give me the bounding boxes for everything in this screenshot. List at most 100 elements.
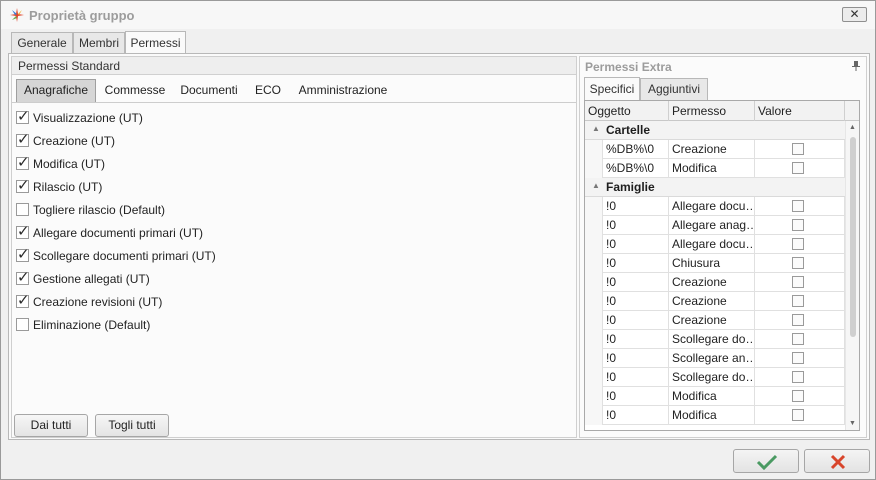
value-checkbox[interactable] bbox=[792, 219, 804, 231]
cell-permesso[interactable]: Allegare docu… bbox=[669, 235, 755, 254]
table-row[interactable]: !0 Allegare docu… bbox=[585, 197, 845, 216]
cell-permesso[interactable]: Scollegare do… bbox=[669, 368, 755, 387]
table-row[interactable]: !0 Chiusura bbox=[585, 254, 845, 273]
cell-permesso[interactable]: Creazione bbox=[669, 140, 755, 159]
value-checkbox[interactable] bbox=[792, 409, 804, 421]
collapse-arrow-icon[interactable]: ▲ bbox=[592, 181, 600, 190]
table-row[interactable]: !0 Creazione bbox=[585, 273, 845, 292]
cell-permesso[interactable]: Scollegare do… bbox=[669, 330, 755, 349]
cell-valore[interactable] bbox=[755, 387, 845, 406]
cell-permesso[interactable]: Creazione bbox=[669, 292, 755, 311]
subtab-anagrafiche[interactable]: Anagrafiche bbox=[16, 79, 96, 102]
cell-oggetto[interactable]: !0 bbox=[603, 349, 669, 368]
table-row[interactable]: !0 Modifica bbox=[585, 406, 845, 425]
permission-checkbox[interactable] bbox=[16, 203, 29, 216]
ok-button[interactable] bbox=[733, 449, 799, 473]
table-row[interactable]: %DB%\0 Creazione bbox=[585, 140, 845, 159]
permission-checkbox[interactable] bbox=[16, 318, 29, 331]
cell-oggetto[interactable]: !0 bbox=[603, 254, 669, 273]
cell-valore[interactable] bbox=[755, 235, 845, 254]
table-row[interactable]: %DB%\0 Modifica bbox=[585, 159, 845, 178]
cell-valore[interactable] bbox=[755, 349, 845, 368]
subtab-eco[interactable]: ECO bbox=[248, 79, 288, 102]
scroll-down-icon[interactable]: ▼ bbox=[849, 420, 856, 427]
table-row[interactable]: !0 Modifica bbox=[585, 387, 845, 406]
group-row[interactable]: ▲ Famiglie bbox=[585, 178, 845, 197]
close-button[interactable]: ✕ bbox=[842, 7, 867, 22]
cell-valore[interactable] bbox=[755, 254, 845, 273]
cell-valore[interactable] bbox=[755, 216, 845, 235]
table-row[interactable]: !0 Creazione bbox=[585, 292, 845, 311]
value-checkbox[interactable] bbox=[792, 333, 804, 345]
permission-checkbox[interactable]: ✓ bbox=[16, 109, 30, 124]
tab-aggiuntivi[interactable]: Aggiuntivi bbox=[640, 78, 708, 100]
cell-valore[interactable] bbox=[755, 159, 845, 178]
column-permesso[interactable]: Permesso bbox=[669, 101, 755, 121]
permission-checkbox[interactable]: ✓ bbox=[16, 155, 30, 170]
permission-checkbox[interactable]: ✓ bbox=[16, 178, 30, 193]
cell-permesso[interactable]: Allegare docu… bbox=[669, 197, 755, 216]
permission-checkbox[interactable]: ✓ bbox=[16, 270, 30, 285]
cell-oggetto[interactable]: !0 bbox=[603, 387, 669, 406]
cell-oggetto[interactable]: !0 bbox=[603, 311, 669, 330]
table-row[interactable]: !0 Scollegare do… bbox=[585, 330, 845, 349]
cell-valore[interactable] bbox=[755, 292, 845, 311]
tab-membri[interactable]: Membri bbox=[73, 32, 125, 54]
value-checkbox[interactable] bbox=[792, 295, 804, 307]
table-row[interactable]: !0 Scollegare do… bbox=[585, 368, 845, 387]
cell-valore[interactable] bbox=[755, 311, 845, 330]
value-checkbox[interactable] bbox=[792, 276, 804, 288]
cell-permesso[interactable]: Scollegare an… bbox=[669, 349, 755, 368]
cell-permesso[interactable]: Modifica bbox=[669, 387, 755, 406]
tab-permessi[interactable]: Permessi bbox=[125, 31, 186, 54]
cell-valore[interactable] bbox=[755, 406, 845, 425]
cell-oggetto[interactable]: %DB%\0 bbox=[603, 140, 669, 159]
remove-all-button[interactable]: Togli tutti bbox=[95, 414, 169, 437]
cell-valore[interactable] bbox=[755, 330, 845, 349]
value-checkbox[interactable] bbox=[792, 143, 804, 155]
cancel-button[interactable] bbox=[804, 449, 870, 473]
cell-oggetto[interactable]: !0 bbox=[603, 292, 669, 311]
table-row[interactable]: !0 Allegare anag… bbox=[585, 216, 845, 235]
cell-oggetto[interactable]: !0 bbox=[603, 330, 669, 349]
value-checkbox[interactable] bbox=[792, 352, 804, 364]
permission-checkbox[interactable]: ✓ bbox=[16, 247, 30, 262]
group-row[interactable]: ▲ Cartelle bbox=[585, 121, 845, 140]
collapse-arrow-icon[interactable]: ▲ bbox=[592, 124, 600, 133]
value-checkbox[interactable] bbox=[792, 314, 804, 326]
value-checkbox[interactable] bbox=[792, 390, 804, 402]
permission-checkbox[interactable]: ✓ bbox=[16, 293, 30, 308]
cell-oggetto[interactable]: !0 bbox=[603, 406, 669, 425]
cell-permesso[interactable]: Modifica bbox=[669, 406, 755, 425]
cell-permesso[interactable]: Creazione bbox=[669, 311, 755, 330]
cell-permesso[interactable]: Creazione bbox=[669, 273, 755, 292]
tab-generale[interactable]: Generale bbox=[11, 32, 73, 54]
cell-oggetto[interactable]: !0 bbox=[603, 273, 669, 292]
give-all-button[interactable]: Dai tutti bbox=[14, 414, 88, 437]
cell-permesso[interactable]: Chiusura bbox=[669, 254, 755, 273]
cell-permesso[interactable]: Modifica bbox=[669, 159, 755, 178]
cell-valore[interactable] bbox=[755, 273, 845, 292]
subtab-amministrazione[interactable]: Amministrazione bbox=[296, 79, 390, 102]
value-checkbox[interactable] bbox=[792, 257, 804, 269]
cell-permesso[interactable]: Allegare anag… bbox=[669, 216, 755, 235]
grid-scrollbar[interactable]: ▲ ▼ bbox=[845, 121, 859, 430]
subtab-documenti[interactable]: Documenti bbox=[174, 79, 244, 102]
cell-oggetto[interactable]: %DB%\0 bbox=[603, 159, 669, 178]
subtab-commesse[interactable]: Commesse bbox=[100, 79, 170, 102]
value-checkbox[interactable] bbox=[792, 200, 804, 212]
cell-oggetto[interactable]: !0 bbox=[603, 235, 669, 254]
tab-specifici[interactable]: Specifici bbox=[584, 77, 640, 100]
scroll-up-icon[interactable]: ▲ bbox=[849, 124, 856, 131]
cell-oggetto[interactable]: !0 bbox=[603, 197, 669, 216]
permission-checkbox[interactable]: ✓ bbox=[16, 224, 30, 239]
cell-oggetto[interactable]: !0 bbox=[603, 368, 669, 387]
table-row[interactable]: !0 Scollegare an… bbox=[585, 349, 845, 368]
cell-valore[interactable] bbox=[755, 368, 845, 387]
value-checkbox[interactable] bbox=[792, 162, 804, 174]
table-row[interactable]: !0 Creazione bbox=[585, 311, 845, 330]
pin-icon[interactable] bbox=[852, 61, 860, 71]
table-row[interactable]: !0 Allegare docu… bbox=[585, 235, 845, 254]
scroll-thumb[interactable] bbox=[850, 137, 856, 337]
column-valore[interactable]: Valore bbox=[755, 101, 845, 121]
